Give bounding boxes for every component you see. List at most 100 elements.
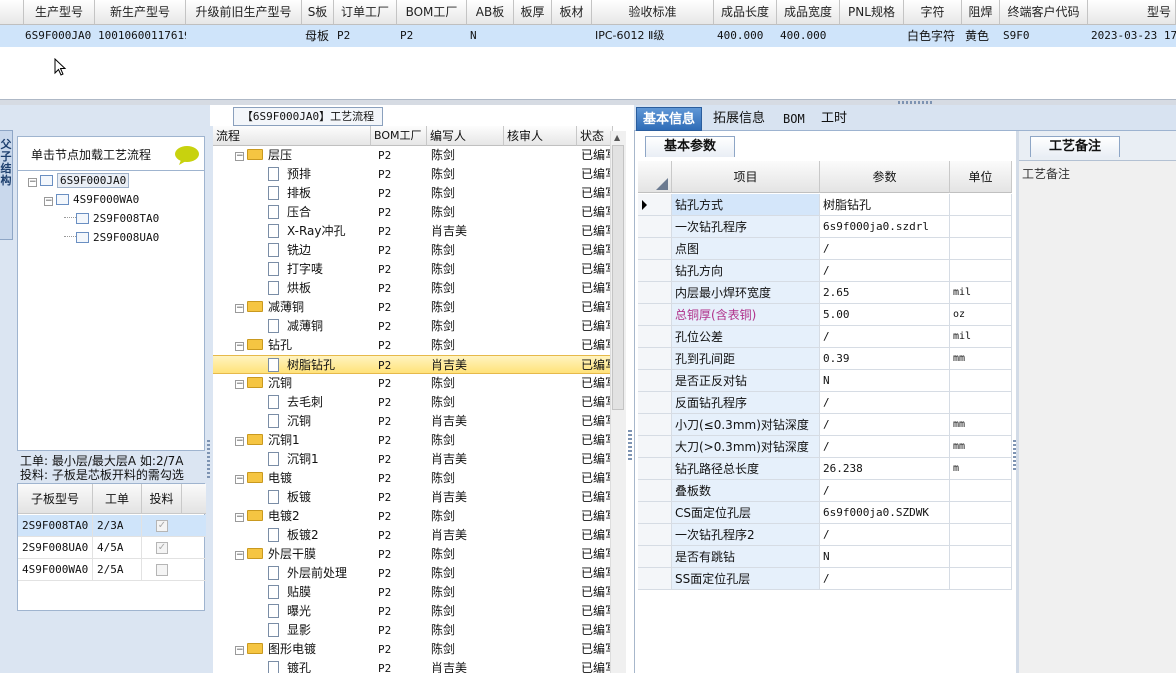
col-header-item[interactable]: 项目 [672,161,820,193]
collapse-icon[interactable]: − [235,551,244,560]
param-value[interactable]: / [820,568,950,590]
flow-row[interactable]: 减薄铜 P2 陈剑 已编写 [213,317,613,336]
tab-basic-params[interactable]: 基本参数 [645,136,735,157]
flow-row[interactable]: 曝光 P2 陈剑 已编写 [213,602,613,621]
param-value[interactable]: 5.00 [820,304,950,326]
flow-scrollbar-thumb[interactable] [612,145,624,410]
feed-checkbox[interactable]: ✓ [156,520,168,532]
param-unit[interactable]: mm [950,436,1012,458]
col-header-pnl[interactable]: PNL规格 [840,0,904,25]
flow-row[interactable]: − 外层干膜 P2 陈剑 已编写 [213,545,613,564]
param-value[interactable]: 6s9f000ja0.SZDWK [820,502,950,524]
tab-work-hours[interactable]: 工时 [815,107,853,131]
param-value[interactable]: 26.238 [820,458,950,480]
col-header-sub-model[interactable]: 子板型号 [18,484,93,514]
param-unit[interactable] [950,480,1012,502]
param-row[interactable]: 总铜厚(含表铜) 5.00 oz [638,304,1012,326]
param-row[interactable]: 是否正反对钻 N [638,370,1012,392]
feed-checkbox[interactable]: ✓ [156,542,168,554]
tree-node-leaf[interactable]: 2S9F008UA0 [64,230,159,246]
col-header-acceptance[interactable]: 验收标准 [592,0,714,25]
flow-row[interactable]: − 电镀 P2 陈剑 已编写 [213,469,613,488]
param-unit[interactable] [950,260,1012,282]
col-header-character[interactable]: 字符 [904,0,962,25]
tab-extended-info[interactable]: 拓展信息 [707,107,771,131]
flow-row[interactable]: 显影 P2 陈剑 已编写 [213,621,613,640]
param-row[interactable]: 是否有跳钻 N [638,546,1012,568]
col-header-ab-board[interactable]: AB板 [467,0,514,25]
param-unit[interactable] [950,392,1012,414]
param-unit[interactable]: mil [950,326,1012,348]
flow-row[interactable]: 板镀 P2 肖吉美 已编写 [213,488,613,507]
flow-row[interactable]: 排板 P2 陈剑 已编写 [213,184,613,203]
col-header-feed[interactable]: 投料 [142,484,182,514]
col-header-unit[interactable]: 单位 [950,161,1012,193]
flow-row[interactable]: 镀孔 P2 肖吉美 已编写 [213,659,613,673]
col-header-model-cut[interactable]: 型号 [1088,0,1176,25]
col-header-customer-code[interactable]: 终端客户代码 [1000,0,1088,25]
tree-node-root[interactable]: − 6S9F000JA0 [28,173,130,189]
collapse-icon[interactable]: − [28,178,37,187]
tab-basic-info[interactable]: 基本信息 [636,107,703,131]
col-header-writer[interactable]: 编写人 [427,126,504,146]
collapse-icon[interactable]: − [235,475,244,484]
flow-row[interactable]: − 层压 P2 陈剑 已编写 [213,146,613,165]
flow-row[interactable]: − 沉铜 P2 陈剑 已编写 [213,374,613,393]
collapse-icon[interactable]: − [235,646,244,655]
param-value[interactable]: / [820,436,950,458]
flow-row[interactable]: 预排 P2 陈剑 已编写 [213,165,613,184]
param-value[interactable]: / [820,480,950,502]
param-unit[interactable] [950,502,1012,524]
param-row[interactable]: 点图 / [638,238,1012,260]
param-row[interactable]: 钻孔方式 树脂钻孔 [638,194,1012,216]
param-unit[interactable] [950,370,1012,392]
flow-row[interactable]: 板镀2 P2 肖吉美 已编写 [213,526,613,545]
param-value[interactable]: / [820,238,950,260]
flow-row[interactable]: − 沉铜1 P2 陈剑 已编写 [213,431,613,450]
col-header-bom-factory[interactable]: BOM工厂 [397,0,467,25]
collapse-icon[interactable]: − [235,342,244,351]
param-unit[interactable] [950,216,1012,238]
tab-process-notes[interactable]: 工艺备注 [1030,136,1120,157]
flow-row[interactable]: − 减薄铜 P2 陈剑 已编写 [213,298,613,317]
param-row[interactable]: 叠板数 / [638,480,1012,502]
param-row[interactable]: 一次钻孔程序 6s9f000ja0.szdrl [638,216,1012,238]
flow-row[interactable]: 压合 P2 陈剑 已编写 [213,203,613,222]
sub-row[interactable]: 4S9F000WA0 2/5A [18,559,206,581]
tree-node-child[interactable]: − 4S9F000WA0 [44,192,139,208]
col-header-length[interactable]: 成品长度 [714,0,777,25]
param-unit[interactable] [950,546,1012,568]
col-header-param[interactable]: 参数 [820,161,950,193]
param-unit[interactable]: m [950,458,1012,480]
param-value[interactable]: 6s9f000ja0.szdrl [820,216,950,238]
col-header-new-model[interactable]: 新生产型号 [95,0,186,25]
collapse-icon[interactable]: − [44,197,53,206]
flow-row[interactable]: − 图形电镀 P2 陈剑 已编写 [213,640,613,659]
tab-bom[interactable]: BOM [777,107,811,131]
param-unit[interactable] [950,238,1012,260]
scroll-up-icon[interactable]: ▲ [614,133,620,142]
param-row[interactable]: SS面定位孔层 / [638,568,1012,590]
col-header-solder-mask[interactable]: 阻焊 [962,0,1000,25]
param-value[interactable]: / [820,414,950,436]
param-row[interactable]: 孔位公差 / mil [638,326,1012,348]
param-unit[interactable] [950,524,1012,546]
flow-row[interactable]: − 钻孔 P2 陈剑 已编写 [213,336,613,355]
tree-node-leaf[interactable]: 2S9F008TA0 [64,211,159,227]
process-notes-box[interactable]: 工艺备注 [1019,160,1176,673]
collapse-icon[interactable]: − [235,304,244,313]
param-row[interactable]: 钻孔方向 / [638,260,1012,282]
flow-row[interactable]: 打字唛 P2 陈剑 已编写 [213,260,613,279]
collapse-icon[interactable]: − [235,380,244,389]
flow-row[interactable]: X-Ray冲孔 P2 肖吉美 已编写 [213,222,613,241]
param-row[interactable]: 大刀(>0.3mm)对钻深度 / mm [638,436,1012,458]
param-unit[interactable]: oz [950,304,1012,326]
col-header-width[interactable]: 成品宽度 [777,0,840,25]
flow-row[interactable]: 贴膜 P2 陈剑 已编写 [213,583,613,602]
param-value[interactable]: / [820,524,950,546]
col-header-prod-model[interactable]: 生产型号 [24,0,95,25]
param-row[interactable]: CS面定位孔层 6s9f000ja0.SZDWK [638,502,1012,524]
param-row[interactable]: 反面钻孔程序 / [638,392,1012,414]
col-header-s-board[interactable]: S板 [302,0,334,25]
param-value[interactable]: 0.39 [820,348,950,370]
